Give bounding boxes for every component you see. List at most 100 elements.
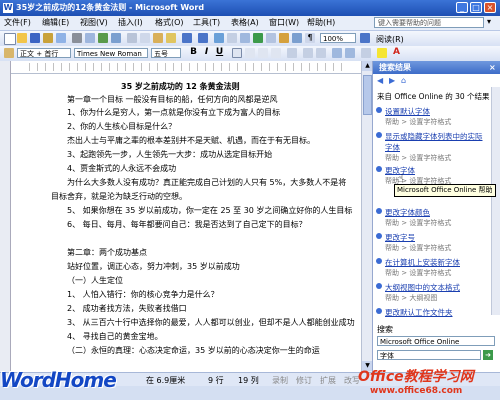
- research-icon[interactable]: [111, 33, 121, 43]
- result-title[interactable]: 更改字号: [385, 232, 489, 243]
- search-result[interactable]: 更改字体颜色 帮助 > 设置字符格式: [376, 207, 489, 228]
- result-icon: [376, 258, 382, 264]
- pane-close-icon[interactable]: ×: [489, 61, 496, 74]
- menu-table[interactable]: 表格(A): [231, 17, 259, 28]
- line-spacing-icon[interactable]: [287, 48, 297, 58]
- search-input[interactable]: 字体: [377, 350, 481, 360]
- result-title[interactable]: 显示或隐藏字体列表中的实际字体: [385, 131, 485, 153]
- menu-tools[interactable]: 工具(T): [193, 17, 220, 28]
- spelling-icon[interactable]: [98, 33, 108, 43]
- menu-file[interactable]: 文件(F): [4, 17, 31, 28]
- zoom-select[interactable]: 100%: [320, 33, 356, 43]
- copy-icon[interactable]: [140, 33, 150, 43]
- search-scope-select[interactable]: Microsoft Office Online: [377, 336, 495, 346]
- menu-help[interactable]: 帮助(H): [307, 17, 335, 28]
- new-document-icon[interactable]: [4, 33, 16, 45]
- search-result[interactable]: 设置默认字体 帮助 > 设置字符格式: [376, 106, 489, 127]
- insert-table-icon[interactable]: [240, 33, 250, 43]
- print-preview-icon[interactable]: [85, 33, 95, 43]
- search-result[interactable]: 更改字体 帮助 > 设置字符格式: [376, 165, 489, 186]
- document-page[interactable]: 35 岁之前成功的 12 条黄金法则 第一章一个目标 一般没有目标的船，任何方向…: [11, 61, 361, 372]
- font-select[interactable]: Times New Roman: [74, 48, 148, 58]
- border-icon[interactable]: [361, 48, 371, 58]
- title-bar: W 35岁之前成功的12条黄金法则 - Microsoft Word _ □ ×: [0, 0, 500, 16]
- minimize-button[interactable]: _: [456, 2, 468, 13]
- numbering-icon[interactable]: [303, 48, 313, 58]
- highlight-icon[interactable]: [377, 48, 387, 58]
- align-right-icon[interactable]: [258, 48, 268, 58]
- decrease-indent-icon[interactable]: [332, 48, 342, 58]
- tooltip: Microsoft Office Online 帮助: [394, 184, 496, 197]
- pane-scrollbar[interactable]: [491, 87, 500, 315]
- show-hide-icon[interactable]: ¶: [305, 33, 315, 43]
- result-title[interactable]: 更改默认工作文件夹: [385, 307, 489, 318]
- styles-formatting-icon[interactable]: [4, 48, 14, 58]
- menu-window[interactable]: 窗口(W): [269, 17, 299, 28]
- align-left-icon[interactable]: [232, 48, 242, 58]
- menu-format[interactable]: 格式(O): [155, 17, 184, 28]
- word-app-icon[interactable]: W: [3, 3, 13, 13]
- permission-icon[interactable]: [43, 33, 53, 43]
- doc-line: 目标舍弃，就是沦为缺乏行动的空想。: [51, 192, 187, 201]
- font-size-select[interactable]: 五号: [151, 48, 181, 58]
- result-title[interactable]: 大纲视图中的文本格式: [385, 282, 489, 293]
- scroll-thumb[interactable]: [363, 75, 372, 115]
- status-track[interactable]: 修订: [296, 375, 312, 386]
- undo-icon[interactable]: [182, 33, 192, 43]
- doc-line: （一）人生定位: [67, 276, 123, 285]
- justify-icon[interactable]: [271, 48, 281, 58]
- menu-bar: 文件(F) 编辑(E) 视图(V) 插入(I) 格式(O) 工具(T) 表格(A…: [0, 16, 500, 31]
- result-title[interactable]: 更改字体颜色: [385, 207, 489, 218]
- search-result[interactable]: 更改默认工作文件夹: [376, 307, 489, 318]
- search-result[interactable]: 大纲视图中的文本格式 帮助 > 大纲视图: [376, 282, 489, 303]
- search-result[interactable]: 显示或隐藏字体列表中的实际字体 帮助 > 设置字符格式: [376, 131, 489, 163]
- print-icon[interactable]: [72, 33, 82, 43]
- save-icon[interactable]: [30, 33, 40, 43]
- wordhome-watermark: WordHome: [0, 368, 117, 392]
- menu-insert[interactable]: 插入(I): [118, 17, 143, 28]
- search-go-icon[interactable]: ➜: [483, 350, 493, 360]
- close-button[interactable]: ×: [484, 2, 496, 13]
- help-search-input[interactable]: 键入需要帮助的问题: [374, 17, 484, 28]
- hyperlink-icon[interactable]: [214, 33, 224, 43]
- redo-icon[interactable]: [198, 33, 208, 43]
- pane-header: 搜索结果 ×: [373, 61, 500, 74]
- help-icon[interactable]: [360, 33, 370, 43]
- document-map-icon[interactable]: [292, 33, 302, 43]
- status-extend[interactable]: 扩展: [320, 375, 336, 386]
- bullets-icon[interactable]: [316, 48, 326, 58]
- menu-view[interactable]: 视图(V): [80, 17, 108, 28]
- increase-indent-icon[interactable]: [345, 48, 355, 58]
- read-button[interactable]: 阅读(R): [376, 34, 404, 45]
- format-painter-icon[interactable]: [166, 33, 176, 43]
- align-center-icon[interactable]: [245, 48, 255, 58]
- result-title[interactable]: 设置默认字体: [385, 106, 489, 117]
- home-icon[interactable]: ⌂: [401, 76, 406, 85]
- forward-icon[interactable]: ▶: [389, 76, 395, 85]
- font-color-button[interactable]: A: [391, 47, 402, 57]
- help-dropdown-icon[interactable]: ▾: [487, 17, 491, 26]
- search-result[interactable]: 在计算机上安装新字体 帮助 > 设置字符格式: [376, 257, 489, 278]
- back-icon[interactable]: ◀: [377, 76, 383, 85]
- doc-line: 6、 每日、每月、每年都要问自己：我是否达到了自己定下的目标？: [67, 220, 307, 229]
- bold-button[interactable]: B: [188, 47, 199, 57]
- insert-excel-icon[interactable]: [253, 33, 263, 43]
- search-result[interactable]: 更改字号 帮助 > 设置字符格式: [376, 232, 489, 253]
- open-icon[interactable]: [17, 33, 27, 43]
- tables-borders-icon[interactable]: [227, 33, 237, 43]
- italic-button[interactable]: I: [201, 47, 212, 57]
- menu-edit[interactable]: 编辑(E): [42, 17, 69, 28]
- email-icon[interactable]: [56, 33, 66, 43]
- drawing-icon[interactable]: [279, 33, 289, 43]
- result-title[interactable]: 在计算机上安装新字体: [385, 257, 489, 268]
- status-record[interactable]: 录制: [272, 375, 288, 386]
- style-select[interactable]: 正文 + 首行: [17, 48, 71, 58]
- cut-icon[interactable]: [127, 33, 137, 43]
- maximize-button[interactable]: □: [470, 2, 482, 13]
- paste-icon[interactable]: [153, 33, 163, 43]
- underline-button[interactable]: U: [214, 47, 225, 57]
- status-line: 9 行: [208, 376, 224, 385]
- doc-line: 3、起跑领先一步，人生领先一大步：成功从选定目标开始: [67, 150, 273, 159]
- columns-icon[interactable]: [266, 33, 276, 43]
- result-path: 帮助 > 设置字符格式: [385, 118, 452, 126]
